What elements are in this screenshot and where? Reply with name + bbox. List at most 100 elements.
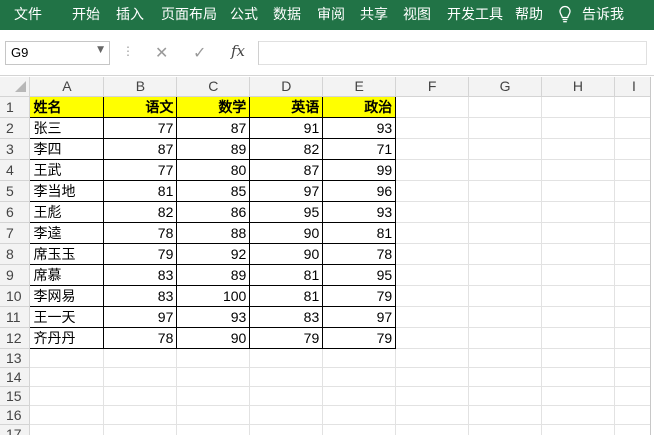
score-cell[interactable]: 90 xyxy=(249,242,324,265)
cell[interactable] xyxy=(29,367,105,387)
cell[interactable] xyxy=(322,386,397,406)
cell[interactable] xyxy=(468,424,543,435)
insert-function-icon[interactable]: fx xyxy=(231,42,245,60)
row-header[interactable]: 6 xyxy=(0,201,31,223)
row-header[interactable]: 1 xyxy=(0,96,31,118)
cell[interactable] xyxy=(395,264,470,286)
cell[interactable] xyxy=(541,222,615,244)
score-cell[interactable]: 81 xyxy=(249,263,324,286)
score-cell[interactable]: 93 xyxy=(322,116,397,139)
cell[interactable] xyxy=(614,306,654,328)
score-cell[interactable]: 90 xyxy=(249,221,324,244)
score-cell[interactable]: 79 xyxy=(103,242,178,265)
row-header[interactable]: 2 xyxy=(0,117,31,139)
cell[interactable] xyxy=(541,306,615,328)
cell[interactable] xyxy=(541,405,615,425)
cell[interactable] xyxy=(29,386,105,406)
name-box[interactable]: G9 ▼ xyxy=(5,41,110,65)
name-cell[interactable]: 张三 xyxy=(29,116,105,139)
column-header-d[interactable]: D xyxy=(249,77,324,97)
score-cell[interactable]: 86 xyxy=(176,200,251,223)
cell[interactable] xyxy=(395,201,470,223)
cell[interactable] xyxy=(176,386,251,406)
cell[interactable] xyxy=(395,327,470,349)
name-cell[interactable]: 李四 xyxy=(29,137,105,160)
score-cell[interactable]: 79 xyxy=(249,326,324,349)
cell[interactable] xyxy=(395,405,470,425)
cell[interactable] xyxy=(322,348,397,368)
tab-formulas[interactable]: 公式 xyxy=(230,0,258,30)
score-cell[interactable]: 87 xyxy=(103,137,178,160)
row-header[interactable]: 3 xyxy=(0,138,31,160)
cell[interactable] xyxy=(468,243,543,265)
row-header[interactable]: 12 xyxy=(0,327,31,349)
cell[interactable] xyxy=(614,424,654,435)
cell[interactable] xyxy=(468,285,543,307)
cell[interactable] xyxy=(614,386,654,406)
column-header-i[interactable]: I xyxy=(614,77,654,97)
score-cell[interactable]: 78 xyxy=(103,221,178,244)
column-header-g[interactable]: G xyxy=(468,77,543,97)
cell[interactable] xyxy=(103,348,178,368)
cell[interactable] xyxy=(541,327,615,349)
cell[interactable] xyxy=(322,367,397,387)
tab-share[interactable]: 共享 xyxy=(360,0,388,30)
score-cell[interactable]: 89 xyxy=(176,263,251,286)
score-cell[interactable]: 96 xyxy=(322,179,397,202)
name-cell[interactable]: 齐丹丹 xyxy=(29,326,105,349)
cell[interactable] xyxy=(395,306,470,328)
cell[interactable] xyxy=(395,243,470,265)
cell[interactable] xyxy=(541,201,615,223)
cell[interactable] xyxy=(614,159,654,181)
cell[interactable] xyxy=(29,405,105,425)
chevron-down-icon[interactable]: ▼ xyxy=(97,45,104,55)
tab-page-layout[interactable]: 页面布局 xyxy=(161,0,217,30)
cell[interactable] xyxy=(249,348,324,368)
score-cell[interactable]: 87 xyxy=(249,158,324,181)
score-cell[interactable]: 83 xyxy=(103,284,178,307)
cell[interactable] xyxy=(541,285,615,307)
cell[interactable] xyxy=(468,117,543,139)
cell[interactable] xyxy=(468,159,543,181)
cell[interactable] xyxy=(541,138,615,160)
cell[interactable] xyxy=(395,386,470,406)
drag-handle-icon[interactable]: ⋮ xyxy=(122,44,134,58)
cell[interactable] xyxy=(249,424,324,435)
cell[interactable] xyxy=(614,264,654,286)
score-cell[interactable]: 87 xyxy=(176,116,251,139)
cell[interactable] xyxy=(541,96,615,118)
cell[interactable] xyxy=(468,348,543,368)
column-header-h[interactable]: H xyxy=(541,77,615,97)
row-header[interactable]: 10 xyxy=(0,285,31,307)
row-header[interactable]: 4 xyxy=(0,159,31,181)
row-header[interactable]: 9 xyxy=(0,264,31,286)
name-cell[interactable]: 李当地 xyxy=(29,179,105,202)
score-cell[interactable]: 71 xyxy=(322,137,397,160)
cell[interactable] xyxy=(468,306,543,328)
score-cell[interactable]: 92 xyxy=(176,242,251,265)
name-cell[interactable]: 李网易 xyxy=(29,284,105,307)
cell[interactable] xyxy=(541,180,615,202)
cell[interactable] xyxy=(176,424,251,435)
score-cell[interactable]: 88 xyxy=(176,221,251,244)
score-cell[interactable]: 79 xyxy=(322,326,397,349)
cell[interactable] xyxy=(395,367,470,387)
name-cell[interactable]: 席慕 xyxy=(29,263,105,286)
column-header-b[interactable]: B xyxy=(103,77,178,97)
score-cell[interactable]: 81 xyxy=(249,284,324,307)
cell[interactable] xyxy=(614,222,654,244)
score-cell[interactable]: 85 xyxy=(176,179,251,202)
cell[interactable] xyxy=(614,367,654,387)
cell[interactable] xyxy=(249,405,324,425)
tab-review[interactable]: 审阅 xyxy=(317,0,345,30)
cell[interactable] xyxy=(541,117,615,139)
cell[interactable] xyxy=(614,327,654,349)
cell[interactable] xyxy=(541,386,615,406)
cell[interactable] xyxy=(249,367,324,387)
cell[interactable] xyxy=(468,96,543,118)
row-header[interactable]: 16 xyxy=(0,405,31,425)
cell[interactable] xyxy=(541,367,615,387)
row-header[interactable]: 8 xyxy=(0,243,31,265)
tab-insert[interactable]: 插入 xyxy=(116,0,144,30)
enter-icon[interactable]: ✓ xyxy=(193,43,206,62)
